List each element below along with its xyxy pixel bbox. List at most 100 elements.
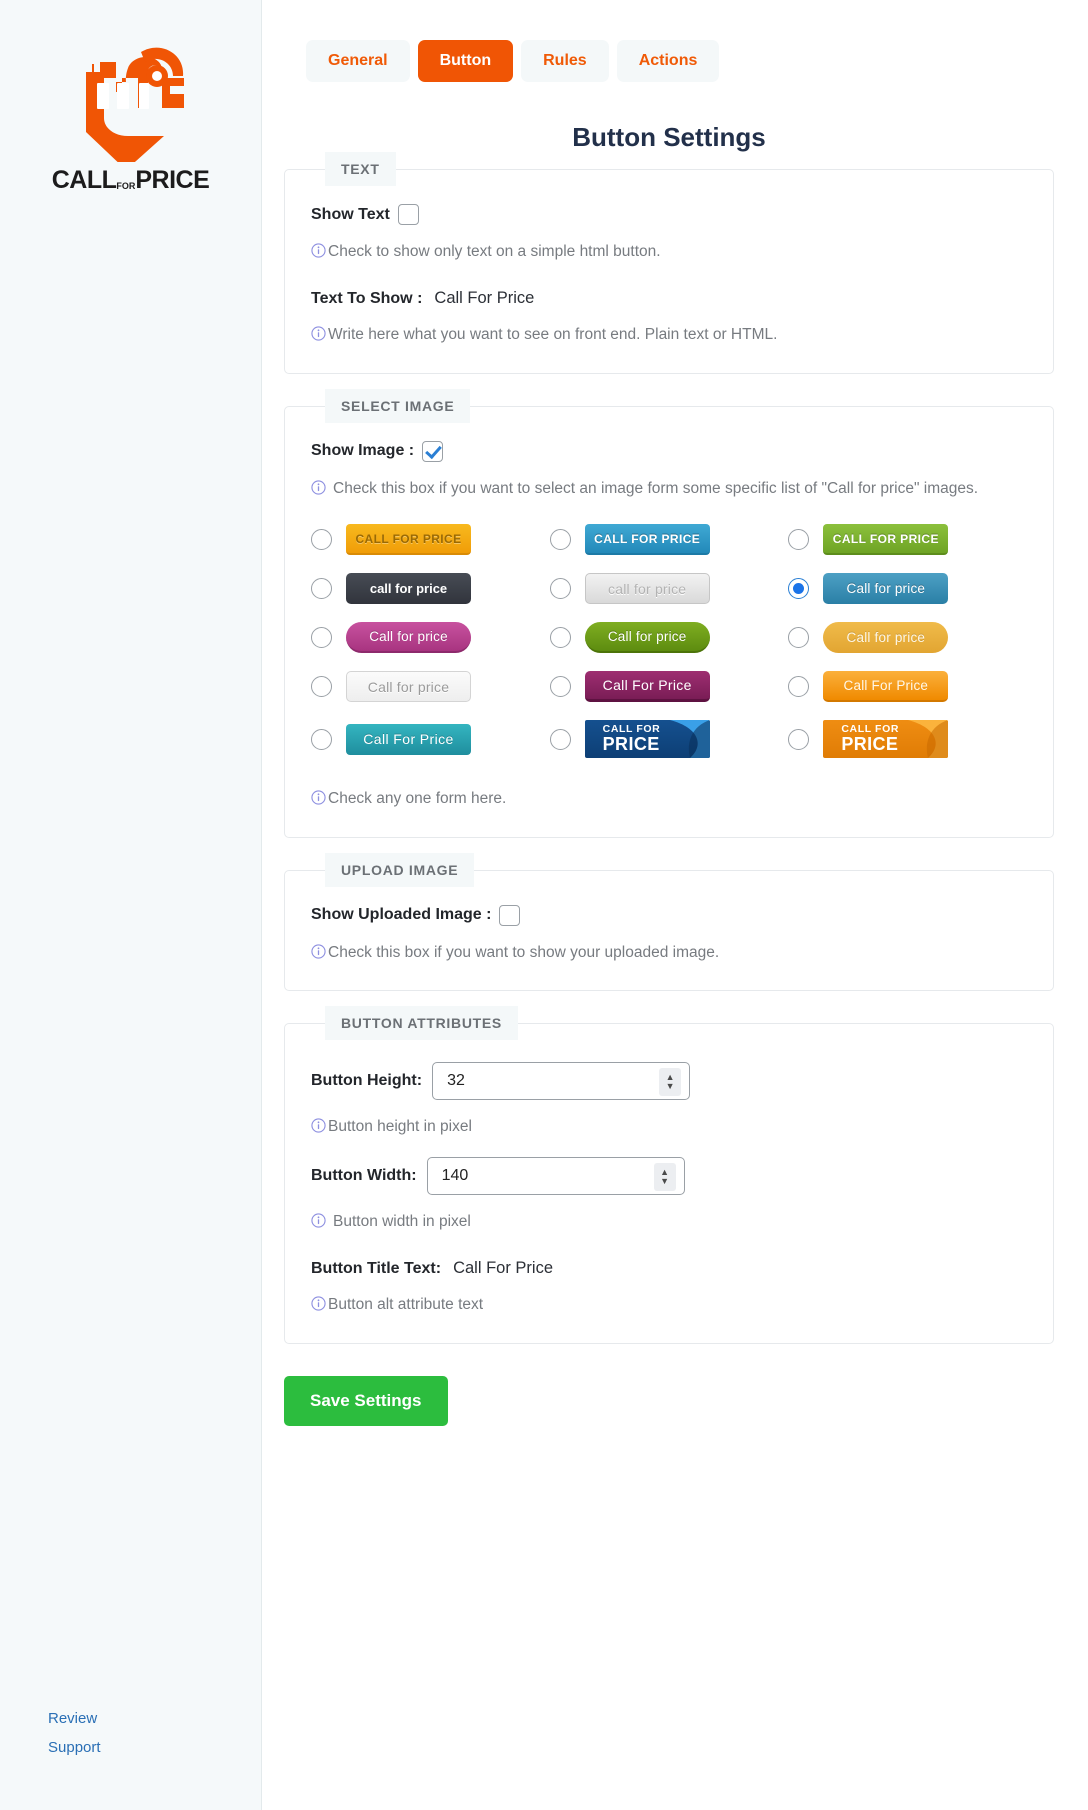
button-height-input[interactable]: [445, 1071, 646, 1092]
settings-tabs: General Button Rules Actions: [306, 40, 1054, 82]
button-height-stepper[interactable]: ▲ ▼: [659, 1068, 682, 1097]
show-image-hint-text: Check this box if you want to select an …: [333, 479, 979, 497]
image-option-blue-caps-radio[interactable]: [549, 529, 571, 551]
button-width-hint-text: Button width in pixel: [333, 1212, 471, 1230]
image-option-green-caps-radio[interactable]: [788, 529, 810, 551]
ribbon-fold-icon: [669, 720, 710, 759]
image-option-green-pill-radio[interactable]: [549, 627, 571, 649]
panel-button-attributes-legend: BUTTON ATTRIBUTES: [325, 1006, 518, 1041]
image-option-amber[interactable]: Call For Price: [823, 671, 949, 703]
image-option-blue-caps[interactable]: CALL FOR PRICE: [584, 524, 710, 556]
image-option-green-pill[interactable]: Call for price: [584, 622, 710, 654]
show-text-checkbox[interactable]: [397, 204, 419, 225]
show-text-hint: Check to show only text on a simple html…: [311, 241, 1027, 263]
sidebar-link-review[interactable]: Review: [48, 1710, 101, 1727]
image-option-cell: CALL FOR PRICE: [311, 524, 550, 556]
image-option-purple-radio[interactable]: [549, 676, 571, 698]
brand-wordmark: CALL FOR PRICE: [52, 166, 210, 195]
button-height-hint: Button height in pixel: [311, 1116, 1027, 1138]
sidebar-links: Review Support: [48, 1710, 101, 1768]
image-option-cell: Call For Price: [549, 671, 789, 703]
upload-image-hint-text: Check this box if you want to show your …: [328, 943, 720, 961]
button-width-stepper[interactable]: ▲ ▼: [653, 1162, 676, 1191]
info-icon: [311, 326, 326, 342]
button-title-row: Button Title Text: Call For Price: [311, 1259, 1027, 1278]
info-icon: [311, 1296, 326, 1311]
button-title-value[interactable]: Call For Price: [453, 1259, 553, 1278]
image-option-cell: CALL FOR PRICE: [788, 720, 1027, 759]
button-title-hint: Button alt attribute text: [311, 1294, 1027, 1316]
image-option-yellow-pill-radio[interactable]: [788, 627, 810, 649]
image-option-cell: Call For Price: [311, 720, 550, 758]
image-option-orange-ribbon[interactable]: CALL FOR PRICE: [823, 720, 949, 759]
image-option-dark-lower[interactable]: call for price: [346, 573, 471, 605]
ribbon-fold-icon: [908, 720, 949, 759]
tab-rules[interactable]: Rules: [521, 40, 609, 82]
sidebar-link-support[interactable]: Support: [48, 1739, 101, 1756]
panel-select-image-legend: SELECT IMAGE: [325, 388, 471, 423]
button-width-hint: Button width in pixel: [311, 1211, 1027, 1233]
panel-text: TEXT Show Text Check to show only text o…: [284, 152, 1054, 374]
show-image-checkbox[interactable]: [422, 440, 444, 462]
brand-logo: CALL FOR PRICE: [0, 42, 261, 195]
panel-select-image: SELECT IMAGE Show Image : Check this box…: [284, 388, 1054, 838]
image-option-grey-lower-radio[interactable]: [549, 578, 571, 600]
show-text-row: Show Text: [311, 204, 1027, 225]
save-settings-button[interactable]: Save Settings: [284, 1375, 448, 1426]
image-option-cell: Call for price: [311, 622, 550, 654]
call-for-price-settings-page: CALL FOR PRICE Review Support General Butt…: [0, 0, 1088, 1810]
image-option-steel-blue[interactable]: Call for price: [823, 573, 949, 605]
image-option-grey-lower[interactable]: call for price: [584, 573, 710, 605]
image-option-orange-caps[interactable]: CALL FOR PRICE: [346, 524, 471, 556]
chevron-down-icon: ▼: [665, 1081, 675, 1092]
image-option-light-grey-radio[interactable]: [311, 676, 332, 698]
button-height-field[interactable]: ▲ ▼: [432, 1062, 691, 1101]
text-to-show-value[interactable]: Call For Price: [434, 289, 534, 308]
image-option-steel-blue-radio[interactable]: [788, 578, 810, 600]
button-height-label: Button Height:: [311, 1072, 423, 1090]
image-option-teal-radio[interactable]: [311, 728, 332, 750]
show-image-label: Show Image :: [311, 442, 415, 460]
button-width-field[interactable]: ▲ ▼: [426, 1156, 685, 1195]
image-option-dark-lower-radio[interactable]: [311, 578, 332, 600]
image-option-orange-caps-radio[interactable]: [311, 529, 332, 551]
panel-upload-image-legend: UPLOAD IMAGE: [325, 852, 475, 887]
image-option-purple[interactable]: Call For Price: [584, 671, 710, 703]
image-option-green-caps[interactable]: CALL FOR PRICE: [823, 524, 949, 556]
image-option-cell: Call for price: [788, 573, 1027, 605]
image-option-cell: CALL FOR PRICE: [549, 524, 789, 556]
image-option-pink-pill-radio[interactable]: [311, 627, 332, 649]
image-option-cell: CALL FOR PRICE: [788, 524, 1027, 556]
chevron-down-icon: ▼: [660, 1175, 670, 1186]
show-uploaded-checkbox[interactable]: [499, 904, 521, 926]
button-width-row: Button Width: ▲ ▼: [311, 1156, 1027, 1195]
button-height-hint-text: Button height in pixel: [328, 1118, 472, 1136]
image-option-cell: CALL FOR PRICE: [549, 720, 789, 759]
image-option-blue-ribbon[interactable]: CALL FOR PRICE: [584, 720, 710, 759]
sidebar: CALL FOR PRICE Review Support: [0, 0, 262, 1810]
image-option-light-grey[interactable]: Call for price: [346, 671, 471, 703]
image-option-cell: Call for price: [311, 671, 550, 703]
grid-hint: Check any one form here.: [311, 788, 1027, 810]
brand-word-price: PRICE: [135, 166, 210, 194]
show-image-hint: Check this box if you want to select an …: [311, 478, 1027, 500]
image-option-pink-pill[interactable]: Call for price: [346, 622, 471, 654]
tab-button[interactable]: Button: [417, 40, 514, 82]
show-uploaded-label: Show Uploaded Image :: [311, 906, 492, 924]
image-option-orange-ribbon-radio[interactable]: [788, 728, 810, 750]
info-icon: [311, 243, 326, 258]
main-content: General Button Rules Actions Button Sett…: [262, 0, 1088, 1810]
upload-image-hint: Check this box if you want to show your …: [311, 942, 1027, 964]
tab-actions[interactable]: Actions: [616, 40, 720, 82]
image-option-cell: call for price: [549, 573, 789, 605]
button-width-input[interactable]: [439, 1165, 640, 1186]
image-option-cell: call for price: [311, 573, 550, 605]
text-to-show-row: Text To Show : Call For Price: [311, 289, 1027, 308]
image-option-yellow-pill[interactable]: Call for price: [823, 622, 949, 654]
image-option-amber-radio[interactable]: [788, 676, 810, 698]
tab-general[interactable]: General: [306, 40, 410, 82]
image-option-teal[interactable]: Call For Price: [346, 723, 471, 755]
image-option-blue-ribbon-radio[interactable]: [549, 728, 571, 750]
info-icon: [311, 480, 326, 495]
ribbon-line-2: PRICE: [841, 734, 899, 755]
